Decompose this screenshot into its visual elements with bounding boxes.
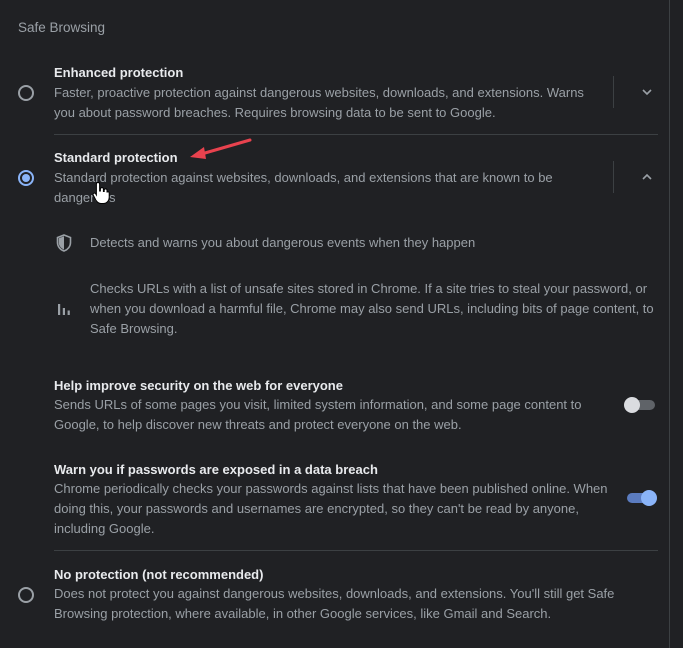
help-improve-security-description: Sends URLs of some pages you visit, limi…: [54, 395, 581, 435]
feature-detects-warns: Detects and warns you about dangerous ev…: [90, 235, 476, 250]
standard-protection-radio[interactable]: [18, 170, 34, 186]
feature-line: Checks URLs with a list of unsafe sites …: [90, 281, 648, 296]
bar-chart-icon: [58, 304, 70, 315]
toggle-knob: [624, 397, 640, 413]
standard-protection-title[interactable]: Standard protection: [54, 150, 178, 165]
enhanced-protection-title[interactable]: Enhanced protection: [54, 65, 183, 80]
panel-border: [669, 0, 670, 648]
enhanced-expand-button[interactable]: [636, 81, 658, 103]
no-protection-desc-line-2: Browsing protection, where available, in…: [54, 606, 552, 621]
password-breach-warning-toggle[interactable]: [624, 490, 657, 506]
no-protection-desc-line-1: Does not protect you against dangerous w…: [54, 586, 615, 601]
toggle-desc-line: including Google.: [54, 521, 155, 536]
password-breach-warning-description: Chrome periodically checks your password…: [54, 479, 608, 539]
hand-cursor-icon: [92, 181, 110, 204]
shield-icon: [56, 234, 72, 252]
standard-collapse-button[interactable]: [636, 166, 658, 188]
option-divider: [54, 550, 658, 551]
option-divider: [54, 134, 658, 135]
enhanced-desc-line-1: Faster, proactive protection against dan…: [54, 85, 584, 100]
no-protection-title[interactable]: No protection (not recommended): [54, 567, 263, 582]
no-protection-description: Does not protect you against dangerous w…: [54, 584, 614, 624]
standard-desc-line-2: dangerous: [54, 190, 116, 205]
no-protection-radio[interactable]: [18, 587, 34, 603]
feature-line: when you download a harmful file, Chrome…: [90, 301, 654, 316]
safe-browsing-settings-page: Safe Browsing Enhanced protection Faster…: [0, 0, 683, 648]
feature-line: Safe Browsing.: [90, 321, 178, 336]
toggle-knob: [641, 490, 657, 506]
enhanced-desc-line-2: you about password breaches. Requires br…: [54, 105, 496, 120]
toggle-desc-line: Google, to help discover new threats and…: [54, 417, 462, 432]
password-breach-warning-title: Warn you if passwords are exposed in a d…: [54, 462, 378, 477]
vertical-divider: [613, 76, 614, 108]
feature-checks-urls: Checks URLs with a list of unsafe sites …: [90, 279, 654, 339]
toggle-desc-line: doing this, your passwords and usernames…: [54, 501, 579, 516]
vertical-divider: [613, 161, 614, 193]
annotation-arrow-icon: [190, 138, 252, 159]
help-improve-security-toggle[interactable]: [624, 397, 656, 413]
help-improve-security-title: Help improve security on the web for eve…: [54, 378, 343, 393]
standard-desc-line-1: Standard protection against websites, do…: [54, 170, 553, 185]
toggle-desc-line: Sends URLs of some pages you visit, limi…: [54, 397, 582, 412]
enhanced-protection-radio[interactable]: [18, 85, 34, 101]
toggle-desc-line: Chrome periodically checks your password…: [54, 481, 608, 496]
section-title: Safe Browsing: [18, 20, 106, 35]
enhanced-protection-description: Faster, proactive protection against dan…: [54, 83, 584, 123]
chevron-down-icon: [642, 89, 652, 96]
chevron-up-icon: [642, 173, 652, 180]
standard-protection-description: Standard protection against websites, do…: [54, 168, 553, 208]
